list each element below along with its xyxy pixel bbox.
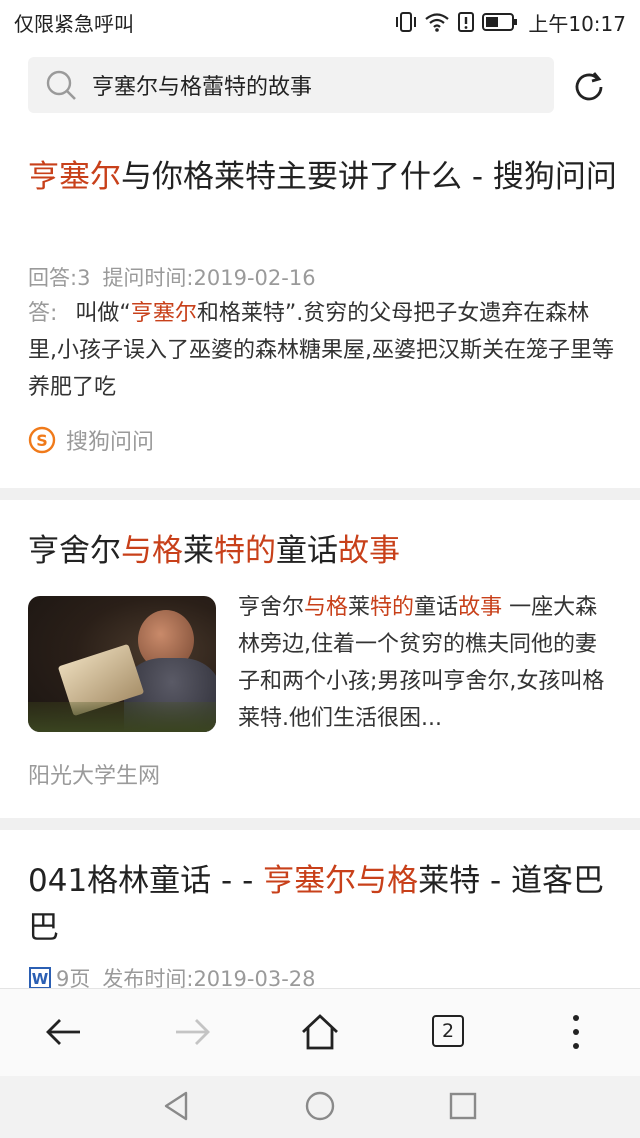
question-time: 提问时间:2019-02-16	[102, 266, 316, 290]
snippet-highlight: 故事	[458, 595, 503, 620]
source-name: 搜狗问问	[66, 430, 155, 455]
system-back-icon[interactable]	[160, 1089, 194, 1123]
tabs-button[interactable]: 2	[432, 1015, 464, 1047]
search-query-text: 亨塞尔与格蕾特的故事	[92, 75, 313, 100]
title-highlight: 故事	[338, 533, 400, 569]
svg-text:S: S	[36, 431, 48, 450]
result-card[interactable]: 亨塞尔与你格莱特主要讲了什么 - 搜狗问问 回答:3 提问时间:2019-02-1…	[0, 140, 640, 490]
home-icon[interactable]	[298, 1010, 342, 1054]
vibrate-icon	[396, 12, 417, 32]
wifi-icon	[425, 13, 450, 32]
snippet-text: 童话	[414, 595, 459, 620]
title-highlight: 亨塞尔与格	[263, 863, 419, 899]
snippet-highlight: 与格	[304, 595, 349, 620]
alert-icon	[458, 12, 475, 32]
result-separator	[0, 488, 640, 500]
title-highlight: 与格	[121, 533, 183, 569]
result-thumbnail[interactable]	[28, 596, 216, 732]
title-highlight: 亨塞尔	[28, 159, 121, 195]
snippet-text: 莱	[348, 595, 371, 620]
title-highlight: 特的	[214, 533, 276, 569]
svg-text:W: W	[32, 970, 49, 988]
back-icon[interactable]	[42, 1010, 86, 1054]
system-home-icon[interactable]	[303, 1089, 337, 1123]
result-source[interactable]: 阳光大学生网	[28, 758, 160, 790]
result-snippet: 答: 叫做“亨塞尔和格莱特”.贫穷的父母把子女遗弃在森林里,小孩子误入了巫婆的森林…	[28, 295, 618, 406]
sogou-logo-icon: S	[28, 426, 56, 454]
answer-label: 答:	[28, 301, 58, 326]
forward-icon[interactable]	[170, 1010, 214, 1054]
result-title[interactable]: 亨舍尔与格莱特的童话故事	[28, 528, 618, 575]
result-source[interactable]: S 搜狗问问	[28, 424, 154, 456]
tabs-count: 2	[441, 1020, 455, 1042]
doc-icon: W	[29, 967, 51, 989]
title-text: 童话	[276, 533, 338, 569]
status-bar: 仅限紧急呼叫 上午10:17	[0, 0, 640, 44]
title-text: 莱	[183, 533, 214, 569]
snippet-text: 叫做“	[75, 301, 131, 326]
status-icons: 上午10:17	[394, 8, 626, 37]
snippet-highlight: 特的	[370, 595, 415, 620]
system-recents-icon[interactable]	[446, 1089, 480, 1123]
result-meta: 回答:3 提问时间:2019-02-16	[28, 262, 316, 292]
search-icon	[46, 70, 76, 100]
result-separator	[0, 818, 640, 830]
snippet-highlight: 亨塞尔	[130, 301, 197, 326]
source-name: 阳光大学生网	[28, 764, 161, 789]
answer-count: 回答:3	[28, 266, 91, 290]
title-text: 041格林童话 - -	[28, 863, 264, 899]
result-card[interactable]: 041格林童话 - - 亨塞尔与格莱特 - 道客巴巴 W 9页 发布时间:2019…	[0, 830, 640, 991]
refresh-icon[interactable]	[570, 68, 608, 106]
result-snippet: 亨舍尔与格莱特的童话故事 一座大森林旁边,住着一个贫穷的樵夫同他的妻子和两个小孩…	[238, 589, 618, 737]
more-icon[interactable]	[554, 1010, 598, 1054]
result-title[interactable]: 亨塞尔与你格莱特主要讲了什么 - 搜狗问问	[28, 154, 618, 201]
search-input[interactable]: 亨塞尔与格蕾特的故事	[28, 57, 554, 113]
result-title[interactable]: 041格林童话 - - 亨塞尔与格莱特 - 道客巴巴	[28, 858, 618, 952]
clock-text: 上午10:17	[528, 11, 626, 36]
title-text: 与你格莱特主要讲了什么 - 搜狗问问	[121, 159, 617, 195]
snippet-text: 亨舍尔	[238, 595, 305, 620]
title-text: 亨舍尔	[28, 533, 121, 569]
search-row: 亨塞尔与格蕾特的故事	[0, 52, 640, 118]
battery-icon	[482, 13, 518, 31]
carrier-text: 仅限紧急呼叫	[14, 11, 134, 36]
